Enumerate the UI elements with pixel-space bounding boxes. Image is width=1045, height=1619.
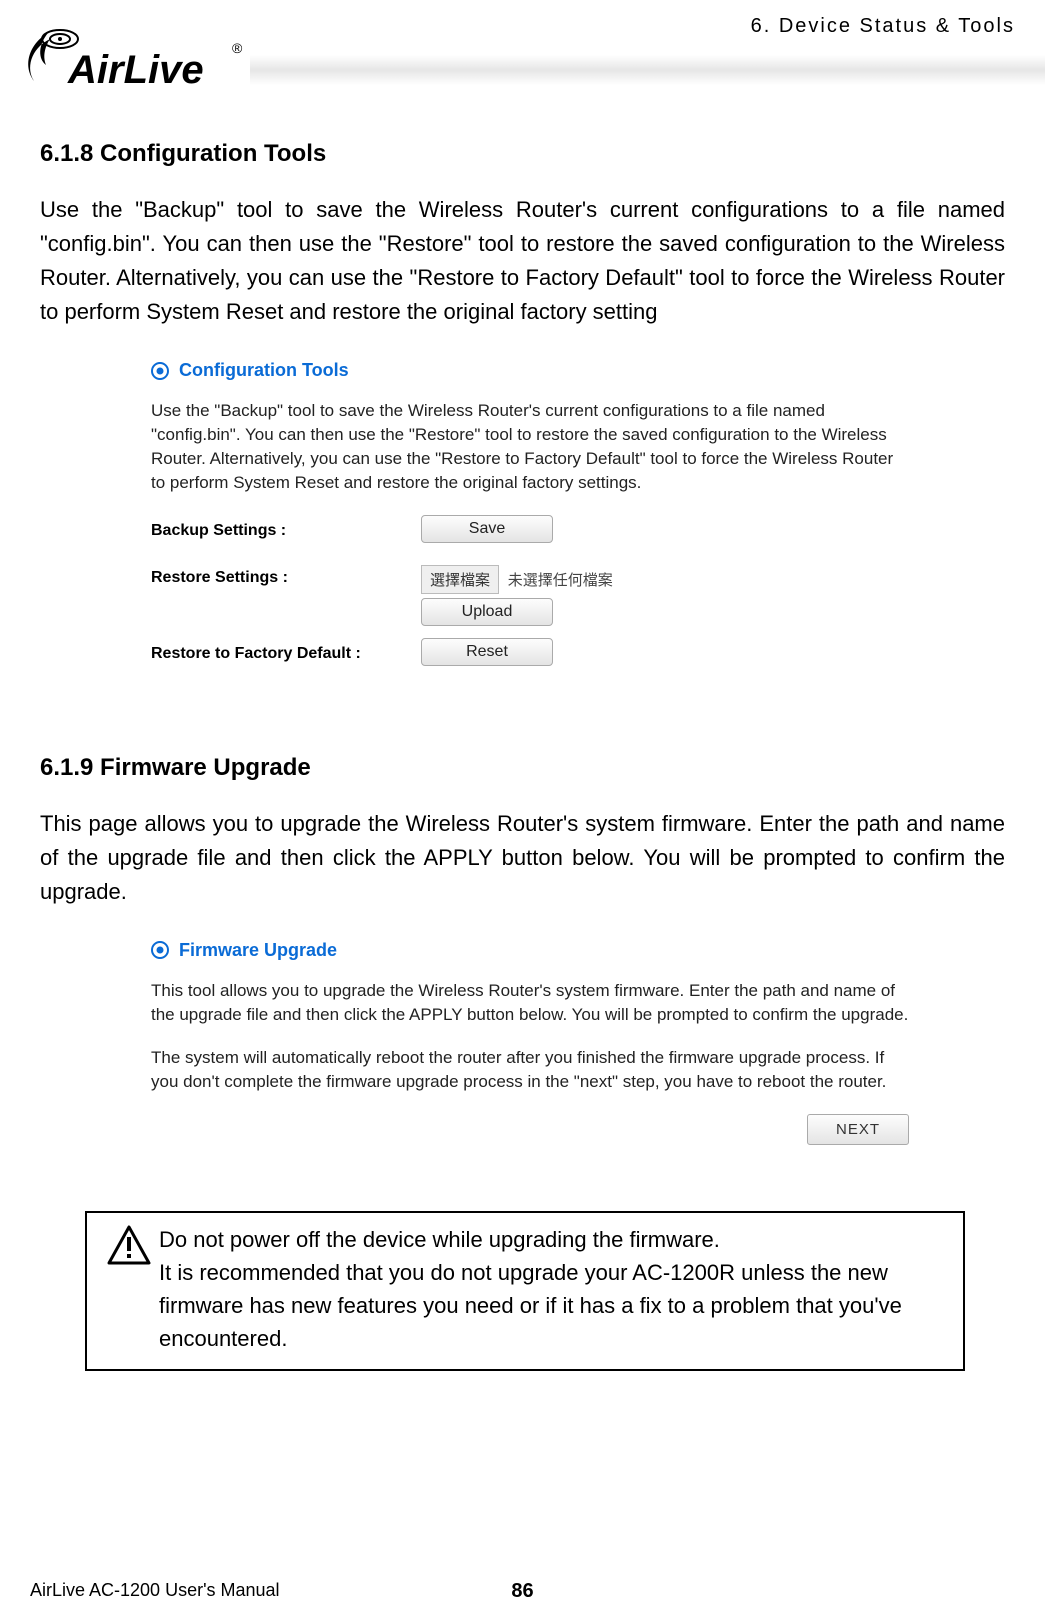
warning-icon [107, 1225, 151, 1270]
header-divider [250, 55, 1045, 85]
section-body-firmware: This page allows you to upgrade the Wire… [40, 807, 1005, 909]
warning-line-2: It is recommended that you do not upgrad… [159, 1256, 949, 1355]
restore-settings-label: Restore Settings : [151, 565, 421, 587]
bullet-icon [151, 362, 169, 380]
section-heading-firmware: 6.1.9 Firmware Upgrade [40, 754, 1005, 782]
panel-title: Configuration Tools [179, 360, 349, 381]
firmware-upgrade-panel: Firmware Upgrade This tool allows you to… [130, 929, 930, 1171]
svg-text:AirLive: AirLive [67, 48, 204, 92]
file-status-text: 未選擇任何檔案 [508, 572, 613, 589]
manual-title: AirLive AC-1200 User's Manual [30, 1580, 280, 1601]
panel-description: Use the "Backup" tool to save the Wirele… [151, 399, 899, 494]
section-body-config-tools: Use the "Backup" tool to save the Wirele… [40, 193, 1005, 329]
factory-default-label: Restore to Factory Default : [151, 645, 421, 663]
choose-file-button[interactable]: 選擇檔案 [421, 565, 499, 594]
panel-title: Firmware Upgrade [179, 940, 337, 961]
next-button[interactable]: NEXT [807, 1114, 909, 1145]
backup-settings-label: Backup Settings : [151, 522, 421, 540]
warning-box: Do not power off the device while upgrad… [85, 1211, 965, 1371]
page-footer: AirLive AC-1200 User's Manual 86 [30, 1580, 1015, 1601]
upload-button[interactable]: Upload [421, 598, 553, 626]
reset-button[interactable]: Reset [421, 638, 553, 666]
header-chapter: 6. Device Status & Tools [751, 15, 1015, 38]
save-button[interactable]: Save [421, 515, 553, 543]
bullet-icon [151, 941, 169, 959]
page-number: 86 [511, 1580, 533, 1603]
svg-text:®: ® [232, 40, 243, 56]
section-heading-config-tools: 6.1.8 Configuration Tools [40, 140, 1005, 168]
panel-description-1: This tool allows you to upgrade the Wire… [151, 979, 909, 1027]
config-tools-panel: Configuration Tools Use the "Backup" too… [130, 349, 920, 703]
panel-description-2: The system will automatically reboot the… [151, 1046, 909, 1094]
warning-line-1: Do not power off the device while upgrad… [159, 1223, 949, 1256]
